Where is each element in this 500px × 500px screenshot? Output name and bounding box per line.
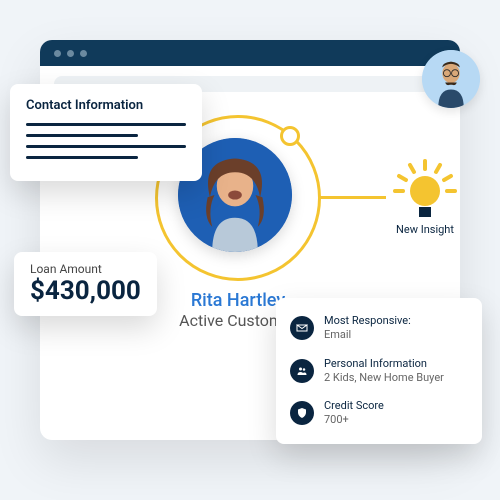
insight-label: New Insight [390,223,460,236]
loan-label: Loan Amount [30,262,141,276]
detail-row-personal: Personal Information 2 Kids, New Home Bu… [290,357,468,386]
envelope-icon [290,316,314,340]
people-icon [290,359,314,383]
loan-amount-card[interactable]: Loan Amount $430,000 [14,252,157,316]
redacted-line [26,145,186,148]
detail-row-responsive: Most Responsive: Email [290,314,468,343]
redacted-line [26,156,138,159]
lightbulb-icon [399,165,451,217]
window-control-dot[interactable] [67,50,74,57]
redacted-line [26,134,138,137]
shield-icon [290,401,314,425]
agent-avatar[interactable] [422,50,480,108]
window-titlebar [40,40,460,66]
detail-title: Personal Information [324,357,444,371]
insight-widget[interactable]: New Insight [390,165,460,236]
detail-value: 2 Kids, New Home Buyer [324,371,444,385]
window-control-dot[interactable] [80,50,87,57]
detail-value: 700+ [324,413,384,427]
insight-connector [318,196,386,199]
window-control-dot[interactable] [54,50,61,57]
redacted-line [26,123,186,126]
detail-title: Credit Score [324,399,384,413]
detail-title: Most Responsive: [324,314,411,328]
orbit-node [280,126,300,146]
detail-value: Email [324,328,411,342]
detail-row-credit: Credit Score 700+ [290,399,468,428]
customer-details-card[interactable]: Most Responsive: Email Personal Informat… [276,298,482,444]
loan-amount: $430,000 [30,276,141,306]
contact-card-title: Contact Information [26,98,186,113]
contact-info-card[interactable]: Contact Information [10,84,202,181]
